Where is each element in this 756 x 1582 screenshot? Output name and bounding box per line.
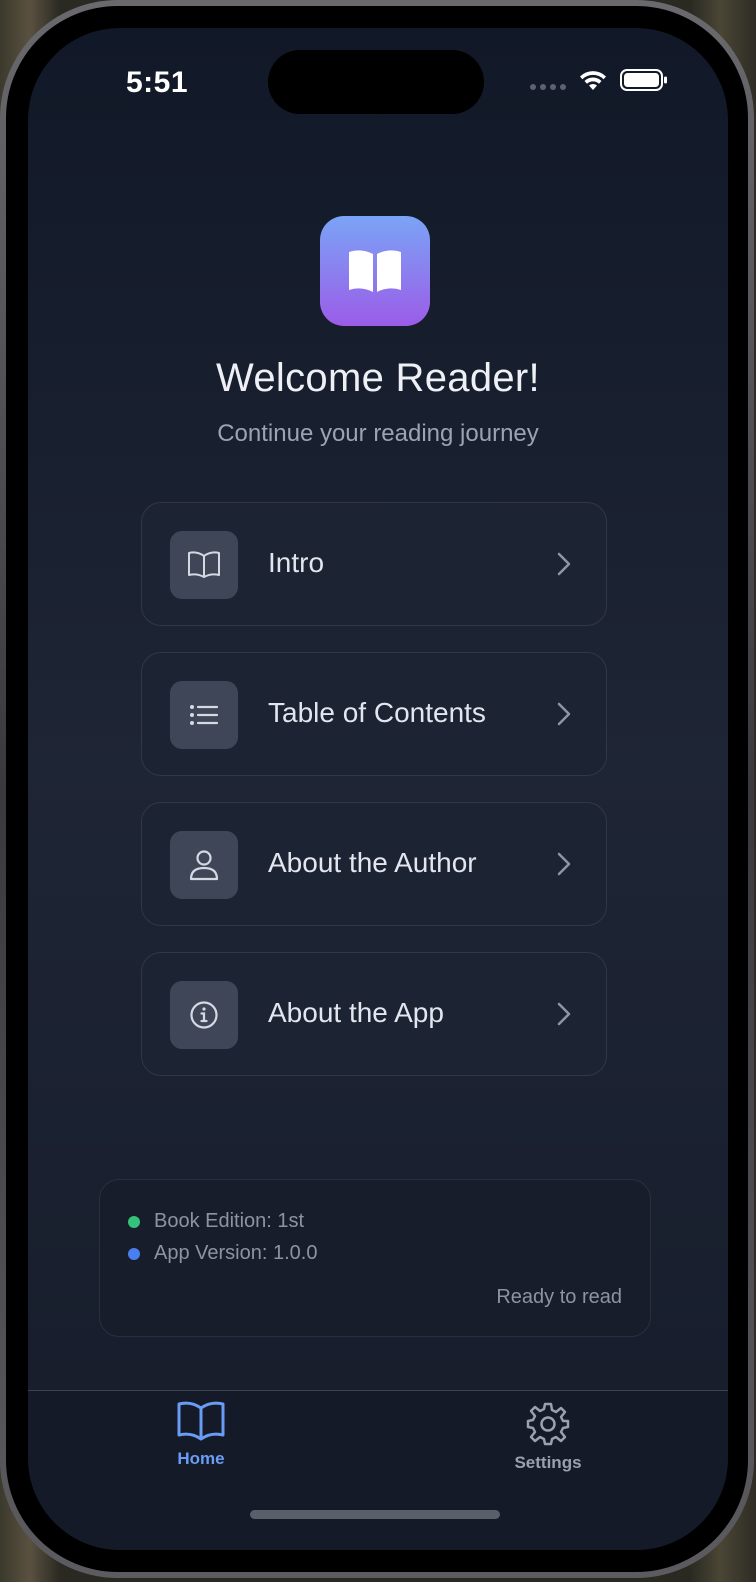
- list-icon: [190, 705, 219, 725]
- open-book-icon: [349, 250, 401, 292]
- status-icons: [530, 68, 668, 92]
- dynamic-island: [268, 50, 484, 114]
- chevron-right-icon: [557, 552, 571, 576]
- version-row: App Version: 1.0.0: [128, 1242, 317, 1265]
- edition-row: Book Edition: 1st: [128, 1210, 304, 1233]
- menu-item-table-of-contents[interactable]: Table of Contents: [141, 652, 607, 776]
- chevron-right-icon: [557, 852, 571, 876]
- gear-icon: [526, 1402, 570, 1446]
- person-icon: [189, 850, 219, 881]
- tab-home[interactable]: Home: [141, 1401, 261, 1469]
- info-panel: Book Edition: 1st App Version: 1.0.0 Rea…: [99, 1179, 651, 1337]
- chevron-right-icon: [557, 702, 571, 726]
- ready-status-text: Ready to read: [496, 1286, 622, 1308]
- menu-icon-container: [170, 681, 238, 749]
- menu-item-about-author[interactable]: About the Author: [141, 802, 607, 926]
- status-time: 5:51: [126, 66, 189, 99]
- welcome-title: Welcome Reader!: [216, 356, 540, 400]
- menu-icon-container: [170, 531, 238, 599]
- tab-settings[interactable]: Settings: [488, 1401, 608, 1473]
- menu-item-about-app[interactable]: About the App: [141, 952, 607, 1076]
- home-indicator[interactable]: [250, 1510, 500, 1519]
- battery-icon: [620, 69, 667, 91]
- menu-item-label: About the Author: [268, 847, 477, 878]
- edition-text: Book Edition: 1st: [154, 1210, 305, 1232]
- menu-icon-container: [170, 981, 238, 1049]
- welcome-subtitle: Continue your reading journey: [217, 420, 539, 447]
- menu-item-label: Intro: [268, 547, 325, 578]
- cellular-dots-icon: [530, 84, 566, 90]
- wifi-icon: [580, 71, 606, 90]
- menu-item-label: Table of Contents: [268, 697, 486, 728]
- version-text: App Version: 1.0.0: [154, 1242, 318, 1264]
- tab-settings-label: Settings: [514, 1453, 582, 1472]
- blue-status-dot: [128, 1247, 140, 1260]
- book-icon: [177, 1401, 225, 1441]
- green-status-dot: [128, 1215, 140, 1228]
- menu-item-intro[interactable]: Intro: [141, 502, 607, 626]
- tab-home-label: Home: [177, 1449, 225, 1468]
- menu-icon-container: [170, 831, 238, 899]
- open-book-outline-icon: [188, 551, 220, 578]
- app-logo: [320, 216, 430, 326]
- info-circle-icon: [190, 1001, 218, 1029]
- tab-bar: Home Settings: [28, 1390, 728, 1550]
- app-screen: 5:51 Welcome Reader! Continue your readi…: [28, 28, 728, 1550]
- chevron-right-icon: [557, 1002, 571, 1026]
- menu-item-label: About the App: [268, 997, 444, 1028]
